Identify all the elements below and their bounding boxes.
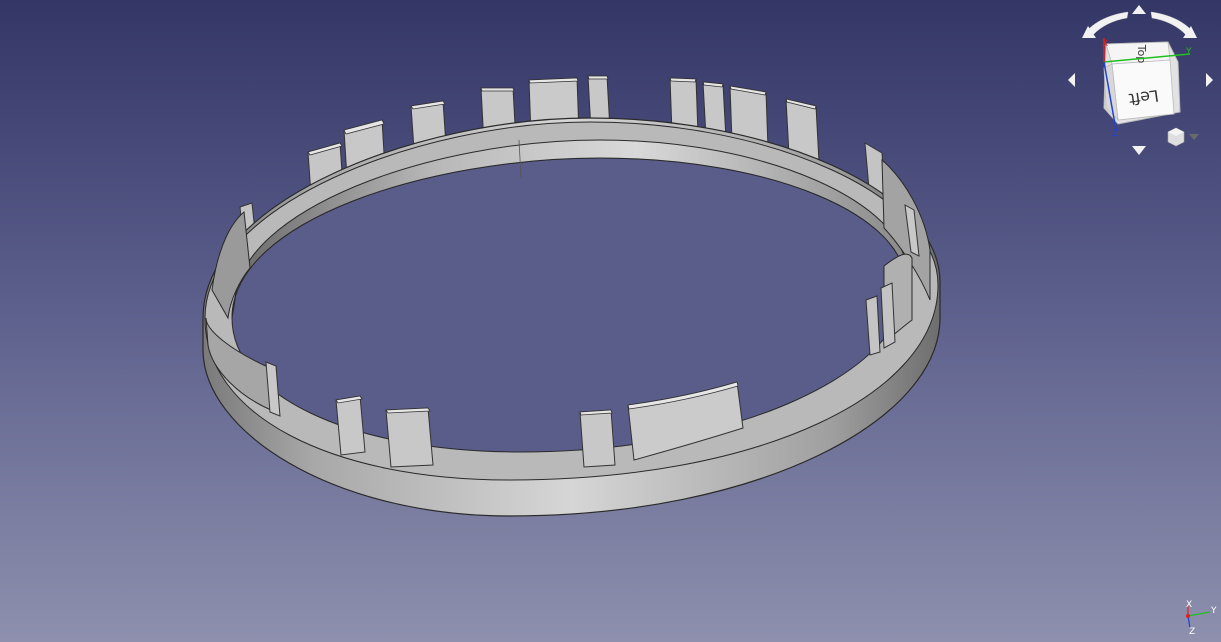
cube-body[interactable]: Left Top [1103,41,1181,125]
triad-y-label: Y [1210,606,1217,616]
cube-face-top-label[interactable]: Top [1135,44,1148,64]
cube-axis-z-label: Z [1112,129,1118,139]
tab [579,409,616,468]
triad-x-label: X [1186,600,1192,610]
down-arrow[interactable] [1132,146,1146,155]
rotate-right-arrow[interactable] [1150,11,1194,36]
up-arrow[interactable] [1132,5,1146,14]
tab [385,407,434,468]
rotate-left-arrow[interactable] [1085,11,1129,36]
cube-axis-y-label: Y [1185,47,1192,57]
view-menu-cube-icon[interactable] [1167,127,1199,147]
view-menu-dropdown-icon[interactable] [1189,134,1199,140]
ring-model[interactable] [0,0,1221,642]
right-arrow[interactable] [1206,73,1213,87]
left-arrow[interactable] [1068,73,1075,87]
axis-triad: X Y Z [1186,600,1217,637]
tab [335,395,366,456]
cube-axis-x-label: X [1102,39,1108,49]
3d-viewport[interactable]: Left Top X Y Z X Y Z [0,0,1221,642]
triad-z-label: Z [1189,627,1195,637]
navigation-cube[interactable]: Left Top X Y Z [1058,2,1221,164]
